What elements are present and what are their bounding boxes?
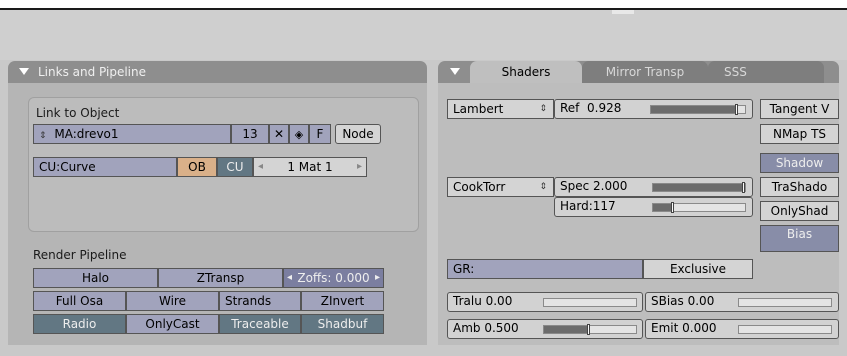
zoffs-field[interactable]: ◂ Zoffs: 0.000 ▸ xyxy=(283,268,384,288)
wire-toggle[interactable]: Wire xyxy=(126,291,219,311)
arrow-left-icon[interactable]: ◂ xyxy=(258,158,263,176)
group-field[interactable]: GR: xyxy=(447,259,643,279)
strands-toggle[interactable]: Strands xyxy=(219,291,301,311)
full-osa-toggle[interactable]: Full Osa xyxy=(33,291,126,311)
tralu-slider[interactable]: Tralu 0.00 xyxy=(447,292,643,312)
hard-slider-track xyxy=(652,202,746,213)
slider-handle[interactable] xyxy=(742,182,745,193)
specular-shader-select[interactable]: CookTorr ⇕ xyxy=(447,177,554,197)
trashado-toggle[interactable]: TraShado xyxy=(760,177,839,197)
close-icon: ✕ xyxy=(273,127,285,141)
arrow-left-icon[interactable]: ◂ xyxy=(287,269,292,287)
amb-slider-fill xyxy=(544,326,590,333)
ref-label-text: Ref xyxy=(560,101,580,115)
collapse-arrow-icon[interactable] xyxy=(450,68,460,75)
zinvert-toggle[interactable]: ZInvert xyxy=(301,291,384,311)
slider-handle[interactable] xyxy=(671,202,675,213)
tangent-v-toggle[interactable]: Tangent V xyxy=(760,99,839,119)
slider-handle[interactable] xyxy=(587,324,590,335)
render-pipeline-label: Render Pipeline xyxy=(33,248,127,262)
arrow-right-icon[interactable]: ▸ xyxy=(375,269,380,287)
curve-name-field[interactable]: CU:Curve xyxy=(33,157,177,177)
ob-toggle[interactable]: OB xyxy=(177,157,217,177)
node-button[interactable]: Node xyxy=(335,124,381,144)
material-selector[interactable]: ⇕ MA:drevo1 xyxy=(33,124,231,144)
resize-handle[interactable] xyxy=(612,10,634,14)
collapse-arrow-icon[interactable] xyxy=(19,68,29,75)
link-to-object-label: Link to Object xyxy=(36,106,120,120)
browse-icon[interactable]: ⇕ xyxy=(39,131,47,141)
material-name-field[interactable]: MA:drevo1 xyxy=(54,127,118,141)
hard-slider[interactable]: Hard:117 xyxy=(554,197,753,217)
window-top-strip xyxy=(0,0,847,8)
bias-toggle[interactable]: Bias xyxy=(760,225,839,252)
tab-mirror-transp[interactable]: Mirror Transp xyxy=(582,61,708,83)
links-panel-header[interactable]: Links and Pipeline xyxy=(8,61,427,83)
shadbuf-toggle[interactable]: Shadbuf xyxy=(301,314,384,334)
onlyshad-toggle[interactable]: OnlyShad xyxy=(760,201,839,221)
spec-slider-fill xyxy=(653,184,745,191)
tab-sss[interactable]: SSS xyxy=(708,61,824,83)
ref-label: Ref 0.928 xyxy=(560,101,621,115)
unlink-button[interactable]: ✕ xyxy=(269,124,289,144)
links-panel-title: Links and Pipeline xyxy=(38,65,146,79)
sbias-slider[interactable]: SBias 0.00 xyxy=(645,292,839,312)
emit-label: Emit 0.000 xyxy=(651,321,717,335)
spec-label: Spec 2.000 xyxy=(560,179,628,193)
ref-slider-fill xyxy=(651,106,739,113)
zoffs-value: Zoffs: 0.000 xyxy=(297,271,370,285)
material-slot-spinner[interactable]: ◂ 1 Mat 1 ▸ xyxy=(253,157,367,177)
car-icon: ◈ xyxy=(294,128,304,141)
fake-user-button[interactable]: F xyxy=(309,124,331,144)
emit-slider[interactable]: Emit 0.000 xyxy=(645,319,839,339)
ref-value: 0.928 xyxy=(587,101,622,115)
tralu-slider-track xyxy=(543,298,637,307)
shadow-toggle[interactable]: Shadow xyxy=(760,153,839,173)
ref-slider[interactable]: Ref 0.928 xyxy=(554,99,753,119)
dropdown-icon: ⇕ xyxy=(539,104,547,114)
users-count: 13 xyxy=(231,124,269,144)
spec-slider[interactable]: Spec 2.000 xyxy=(554,177,753,197)
emit-slider-track xyxy=(738,325,832,334)
onlycast-toggle[interactable]: OnlyCast xyxy=(126,314,219,334)
amb-slider[interactable]: Amb 0.500 xyxy=(447,319,643,339)
header-area xyxy=(0,10,847,60)
shaders-panel-header: Shaders Mirror Transp SSS xyxy=(438,61,839,83)
sbias-label: SBias 0.00 xyxy=(651,294,715,308)
tab-shaders[interactable]: Shaders xyxy=(470,61,582,83)
diffuse-shader-select[interactable]: Lambert ⇕ xyxy=(447,99,554,119)
slider-handle[interactable] xyxy=(735,104,739,115)
radio-toggle[interactable]: Radio xyxy=(33,314,126,334)
hard-label: Hard:117 xyxy=(560,199,616,213)
dropdown-icon: ⇕ xyxy=(539,182,547,192)
amb-slider-track xyxy=(543,324,637,335)
sbias-slider-track xyxy=(738,298,832,307)
specular-shader-value: CookTorr xyxy=(453,180,506,194)
arrow-right-icon[interactable]: ▸ xyxy=(357,158,362,176)
nmap-ts-toggle[interactable]: NMap TS xyxy=(760,124,839,144)
ztransp-toggle[interactable]: ZTransp xyxy=(158,268,283,288)
tralu-label: Tralu 0.00 xyxy=(453,294,513,308)
halo-toggle[interactable]: Halo xyxy=(33,268,158,288)
traceable-toggle[interactable]: Traceable xyxy=(219,314,301,334)
material-slot-value: 1 Mat 1 xyxy=(287,160,333,174)
exclusive-toggle[interactable]: Exclusive xyxy=(643,259,753,279)
ref-slider-track xyxy=(650,104,746,115)
diffuse-shader-value: Lambert xyxy=(453,102,504,116)
cu-toggle[interactable]: CU xyxy=(217,157,253,177)
spec-slider-track xyxy=(652,182,746,193)
amb-label: Amb 0.500 xyxy=(453,321,519,335)
auto-name-button[interactable]: ◈ xyxy=(289,124,309,144)
